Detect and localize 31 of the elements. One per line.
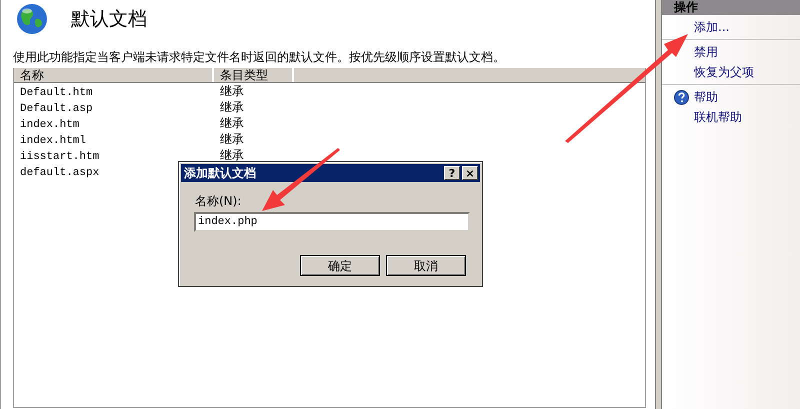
table-cell-text: 继承 [219, 147, 244, 163]
table-cell-text: 继承 [219, 99, 244, 115]
panel-title: 操作 [662, 0, 800, 15]
table-cell: Default.htm [20, 87, 93, 99]
table-cell: default.aspx [20, 167, 100, 179]
table-cell: index.htm [20, 119, 80, 131]
table-cell-text: 继承 [219, 115, 244, 131]
close-button[interactable]: × [462, 166, 478, 180]
table-cell: index.html [20, 135, 86, 147]
action-link[interactable]: 联机帮助 [694, 109, 800, 125]
description-text: 使用此功能指定当客户端未请求特定文件名时返回的默认文件。按优先级顺序设置默认文档。 [13, 49, 506, 66]
table-cell: Default.asp [20, 103, 93, 115]
action-link[interactable]: 帮助 [694, 90, 718, 104]
table-cell-text: 继承 [219, 131, 244, 147]
page-title: 默认文档 [71, 8, 147, 30]
action-link[interactable]: 添加... [694, 19, 800, 35]
column-header[interactable]: 条目类型 [214, 68, 294, 82]
help-button[interactable]: ? [444, 166, 460, 180]
panel-splitter[interactable] [655, 0, 662, 409]
ok-button[interactable]: 确定 [300, 255, 380, 276]
globe-icon [15, 2, 49, 36]
table-cell-text: 继承 [219, 83, 244, 99]
table-cell: iisstart.htm [20, 151, 100, 163]
help-icon [674, 90, 689, 105]
cancel-button[interactable]: 取消 [386, 255, 466, 276]
column-header[interactable]: 名称 [14, 68, 214, 82]
dialog-title: 添加默认文档 [184, 165, 256, 182]
action-link[interactable]: 禁用 [694, 44, 800, 60]
action-link[interactable]: 恢复为父项 [694, 64, 800, 80]
name-input-field[interactable]: index.php [194, 212, 470, 232]
field-label: 名称(N): [195, 193, 242, 210]
